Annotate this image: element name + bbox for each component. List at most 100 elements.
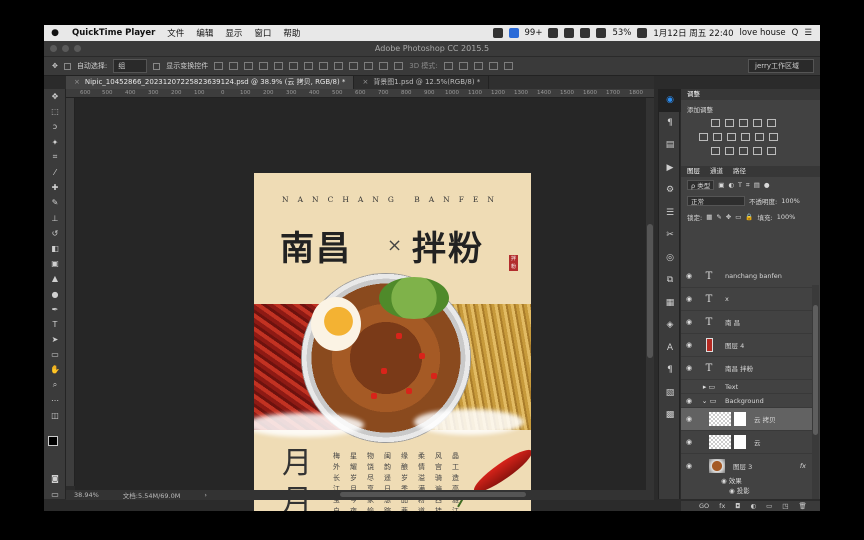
lock-all-icon[interactable]: 🔒 [745, 213, 753, 221]
blend-mode-dropdown[interactable]: 正常 [687, 196, 745, 206]
align-left-icon[interactable] [259, 62, 269, 70]
distribute-vcenter-icon[interactable] [319, 62, 329, 70]
status-menu-arrow[interactable]: › [204, 491, 207, 499]
color-balance-icon[interactable] [713, 133, 722, 141]
marquee-tool-icon[interactable]: ⬚ [44, 104, 66, 119]
roll-3d-icon[interactable] [458, 62, 468, 70]
tab-adjustments[interactable]: 调整 [687, 89, 700, 100]
tab-background-psd[interactable]: × 背景图1.psd @ 12.5%(RGB/8) * [354, 76, 490, 89]
wifi-icon[interactable] [596, 28, 607, 38]
layer-row[interactable]: ◉ 云 [681, 431, 812, 454]
character-panel-icon[interactable]: A [659, 337, 681, 360]
workspace-selector[interactable]: jerry工作区域 [748, 59, 814, 73]
healing-brush-tool-icon[interactable]: ✚ [44, 180, 66, 195]
swatches-panel-icon[interactable]: ◎ [659, 247, 681, 270]
invert-icon[interactable] [711, 147, 720, 155]
layer-name[interactable]: 南昌 拌粉 [725, 363, 753, 373]
new-adjustment-icon[interactable]: ◐ [750, 502, 756, 510]
menu-view[interactable]: 显示 [219, 27, 248, 39]
group-name[interactable]: Background [725, 397, 764, 405]
brush-tool-icon[interactable]: ✎ [44, 195, 66, 210]
eraser-tool-icon[interactable]: ◧ [44, 241, 66, 256]
notes-panel-icon[interactable]: ▧ [659, 382, 681, 405]
circle-status-icon[interactable] [548, 28, 559, 38]
history-panel-icon[interactable]: ▤ [659, 134, 681, 157]
qq-badge[interactable]: 99+ [525, 28, 543, 38]
zoom-tool-icon[interactable]: ⌕ [44, 378, 66, 393]
tab-channels[interactable]: 通道 [710, 166, 723, 177]
blur-tool-icon[interactable]: ▲ [44, 271, 66, 286]
type-filter-icon[interactable]: T [738, 181, 742, 189]
3d-panel-icon[interactable]: ◈ [659, 314, 681, 337]
menu-file[interactable]: 文件 [161, 27, 190, 39]
play-actions-icon[interactable]: ▶ [659, 157, 681, 180]
brush-settings-icon[interactable]: ⚙ [659, 179, 681, 202]
align-right-icon[interactable] [289, 62, 299, 70]
path-selection-tool-icon[interactable]: ➤ [44, 332, 66, 347]
history-icon[interactable] [580, 28, 591, 38]
link-layers-icon[interactable]: GO [699, 502, 709, 510]
visibility-eye-icon[interactable]: ◉ [683, 341, 695, 349]
canvas-area[interactable]: NANCHANG BANFEN 南昌 × 拌粉 拌粉 月 晶工造高雅江 风宫骑遍… [75, 98, 646, 511]
horizontal-scrollbar[interactable] [340, 492, 526, 497]
auto-select-dropdown[interactable]: 组 [113, 59, 148, 73]
layer-row[interactable]: ◉ T x [681, 288, 812, 311]
paragraph-styles-icon[interactable]: ¶ [659, 359, 681, 382]
visibility-eye-icon[interactable]: ◉ [683, 397, 695, 405]
default-colors-icon[interactable]: ◫ [44, 408, 66, 423]
distribute-left-icon[interactable] [349, 62, 359, 70]
quick-mask-icon[interactable]: ◙ [44, 471, 66, 486]
menu-edit[interactable]: 编辑 [190, 27, 219, 39]
foreground-color-swatch[interactable] [48, 436, 58, 446]
glyphs-panel-icon[interactable]: ▦ [659, 292, 681, 315]
properties-panel-icon[interactable]: ☰ [659, 202, 681, 225]
visibility-eye-icon[interactable]: ◉ [683, 318, 695, 326]
close-tab-icon[interactable]: × [74, 78, 80, 86]
vertical-scrollbar[interactable] [646, 98, 654, 490]
kind-filter-dropdown[interactable]: ρ 类型 [687, 180, 715, 190]
clock[interactable]: 1月12日 周五 22:40 [653, 27, 733, 39]
shape-tool-icon[interactable]: ▭ [44, 347, 66, 362]
channel-mixer-icon[interactable] [755, 133, 764, 141]
layer-row[interactable]: ◉ T nanchang banfen [681, 265, 812, 288]
adjustment-filter-icon[interactable]: ◐ [728, 181, 734, 189]
poster-canvas[interactable]: NANCHANG BANFEN 南昌 × 拌粉 拌粉 月 晶工造高雅江 风宫骑遍… [254, 173, 531, 511]
user-name[interactable]: love house [740, 28, 786, 38]
black-white-icon[interactable] [727, 133, 736, 141]
wechat-icon[interactable] [492, 28, 503, 38]
gradient-tool-icon[interactable]: ▣ [44, 256, 66, 271]
flag-icon[interactable] [637, 28, 648, 38]
app-menu[interactable]: QuickTime Player [66, 28, 161, 38]
crop-tool-icon[interactable]: ⌗ [44, 150, 66, 165]
layers-scrollbar[interactable] [812, 285, 819, 499]
magic-wand-tool-icon[interactable]: ✦ [44, 135, 66, 150]
apple-menu-icon[interactable]: ● [44, 28, 66, 38]
layer-mask-thumbnail[interactable] [734, 435, 746, 449]
minimize-window-button[interactable] [62, 45, 69, 52]
layer-name[interactable]: x [725, 295, 729, 303]
orbit-3d-icon[interactable] [443, 62, 453, 70]
auto-select-checkbox[interactable] [63, 62, 71, 70]
zoom-level[interactable]: 38.94% [74, 491, 99, 499]
dodge-tool-icon[interactable]: ● [44, 286, 66, 301]
slide-3d-icon[interactable] [488, 62, 498, 70]
layer-mask-thumbnail[interactable] [734, 412, 746, 426]
menu-window[interactable]: 窗口 [248, 27, 277, 39]
layer-row-selected[interactable]: ◉ 云 拷贝 [681, 408, 812, 431]
layer-name[interactable]: 云 拷贝 [754, 414, 776, 424]
vibrance-icon[interactable] [767, 119, 776, 127]
lasso-tool-icon[interactable]: ↄ [44, 119, 66, 134]
tab-layers[interactable]: 图层 [687, 166, 700, 177]
visibility-eye-icon[interactable]: ◉ [683, 295, 695, 303]
align-bottom-icon[interactable] [244, 62, 254, 70]
align-top-icon[interactable] [214, 62, 224, 70]
screen-mode-icon[interactable]: ▭ [44, 487, 66, 502]
filter-toggle-icon[interactable]: ● [764, 181, 770, 189]
screen-record-icon[interactable] [508, 28, 519, 38]
clone-stamp-tool-icon[interactable]: ⊥ [44, 211, 66, 226]
layer-name[interactable]: 图层 4 [725, 340, 744, 350]
visibility-eye-icon[interactable]: ◉ [683, 415, 695, 423]
fill-value[interactable]: 100% [777, 213, 796, 221]
close-window-button[interactable] [50, 45, 57, 52]
align-vcenter-icon[interactable] [229, 62, 239, 70]
